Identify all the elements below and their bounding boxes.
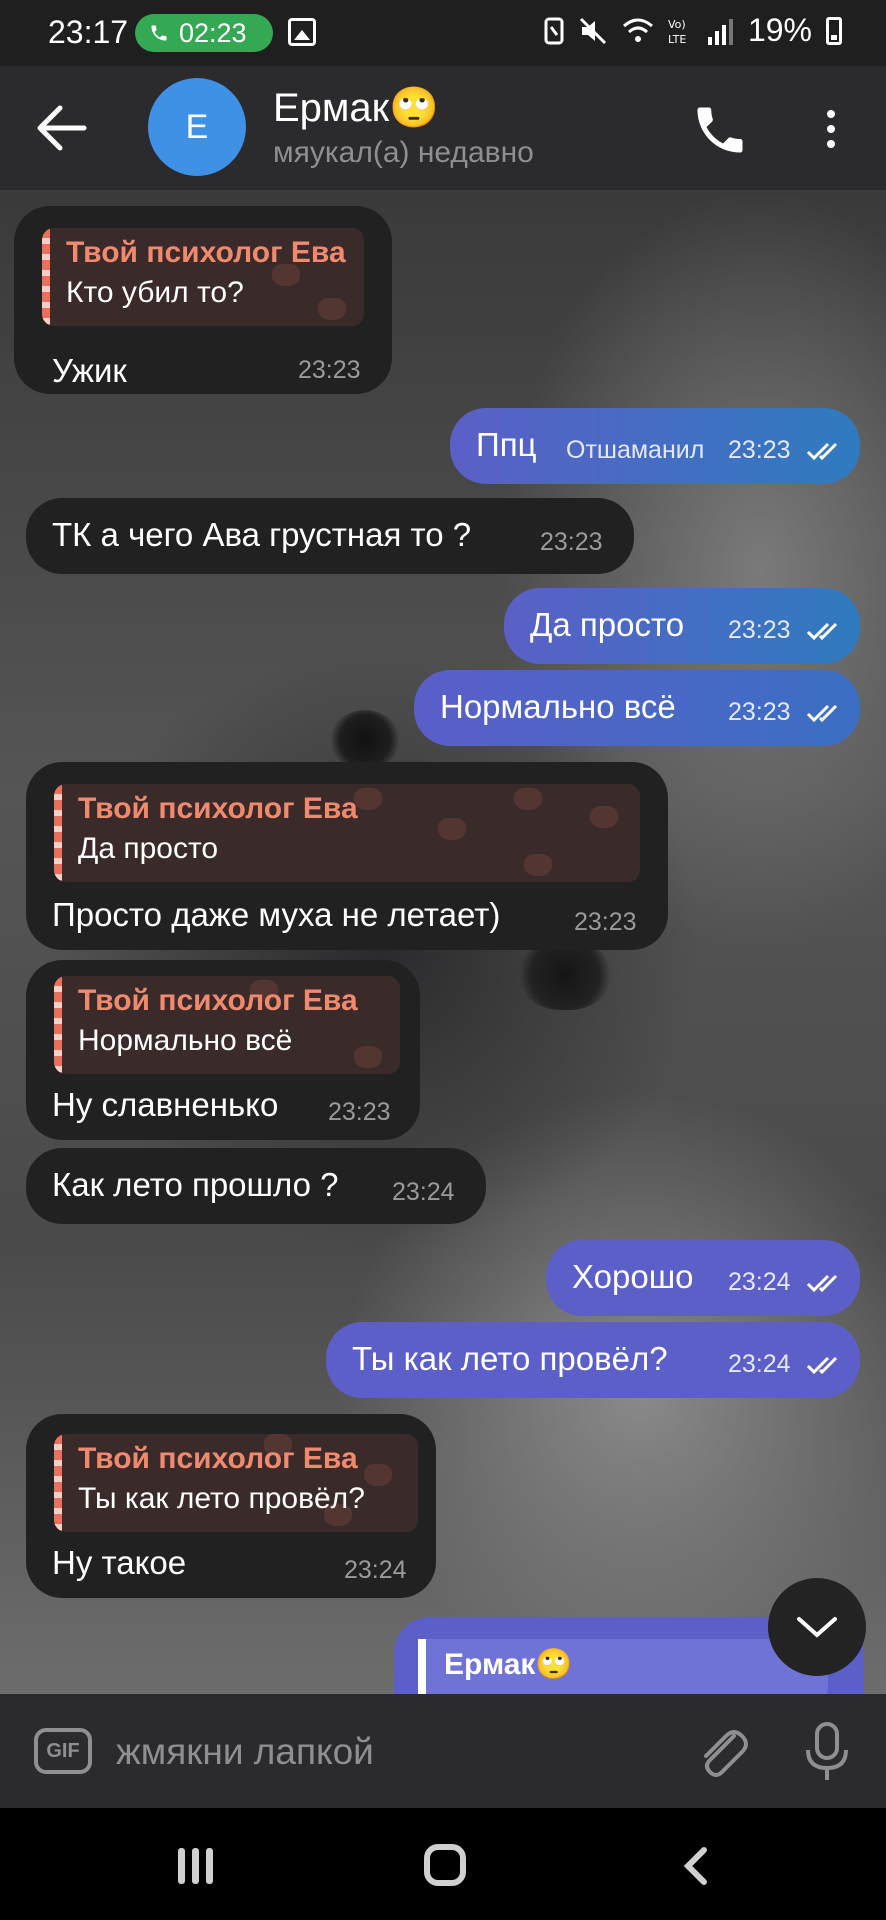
message-incoming[interactable]: Как лето прошло ? 23:24 [26, 1148, 486, 1224]
reply-author: Твой психолог Ева [66, 236, 346, 269]
double-check-icon [806, 622, 838, 641]
double-check-icon [806, 704, 838, 723]
reply-text: Ты как лето провёл? [78, 1482, 365, 1515]
svg-text:Vo): Vo) [668, 18, 686, 31]
reply-preview[interactable]: Твой психолог Ева Да просто [54, 784, 640, 882]
chat-status: мяукал(а) недавно [273, 136, 534, 169]
message-text: Да просто [530, 606, 685, 643]
double-check-icon [806, 1356, 838, 1375]
message-incoming[interactable]: Твой психолог Ева Да просто Просто даже … [26, 762, 668, 950]
battery-percent: 19% [747, 12, 812, 48]
scroll-down-button[interactable] [768, 1578, 866, 1676]
back-arrow-icon[interactable] [36, 102, 92, 154]
message-time: 23:23 [728, 616, 791, 644]
status-icons: Vo) LTE 19% [544, 12, 842, 49]
message-input[interactable] [116, 1724, 656, 1780]
mute-icon [579, 17, 607, 44]
message-outgoing[interactable]: Нормально всё 23:23 [414, 670, 860, 746]
message-outgoing[interactable]: Хорошо 23:24 [546, 1240, 860, 1316]
message-text: Ты как лето провёл? [352, 1340, 668, 1377]
message-time: 23:23 [328, 1098, 391, 1126]
message-incoming[interactable]: Твой психолог Ева Кто убил то? Ужик 23:2… [14, 206, 392, 394]
call-pill-phone-icon [151, 25, 167, 41]
reply-preview[interactable]: Твой психолог Ева Ты как лето провёл? [54, 1434, 418, 1532]
reply-author: Твой психолог Ева [78, 984, 358, 1017]
status-time: 23:17 [48, 14, 129, 50]
signal-icon [707, 18, 733, 45]
reply-text: Нормально всё [78, 1024, 293, 1057]
message-incoming[interactable]: Твой психолог Ева Нормально всё Ну славн… [26, 960, 420, 1140]
wifi-icon [622, 18, 653, 42]
message-edited-label: Отшаманил [566, 436, 705, 464]
message-outgoing[interactable]: Ты как лето провёл? 23:24 [326, 1322, 860, 1398]
phone-icon[interactable] [690, 100, 750, 160]
microphone-icon[interactable] [802, 1720, 852, 1784]
reply-preview[interactable]: Твой психолог Ева Нормально всё [54, 976, 400, 1074]
message-time: 23:24 [392, 1178, 455, 1206]
message-text: Просто даже муха не летает) [52, 896, 501, 933]
chevron-down-icon [797, 1617, 837, 1638]
double-check-icon [806, 1274, 838, 1293]
message-text: Нормально всё [440, 688, 676, 725]
message-text: Ну славненько [52, 1086, 279, 1123]
message-text: Ужик [52, 352, 127, 389]
nav-home-icon[interactable] [424, 1844, 466, 1886]
message-outgoing[interactable]: Да просто 23:23 [504, 588, 860, 664]
message-incoming[interactable]: Твой психолог Ева Ты как лето провёл? Ну… [26, 1414, 436, 1598]
reply-author: Ермак🙄 [444, 1648, 573, 1681]
status-bar: 23:17 02:23 Vo) LTE 19% [0, 0, 886, 66]
message-time: 23:23 [540, 528, 603, 556]
gallery-icon [288, 18, 316, 46]
reply-author: Твой психолог Ева [78, 792, 358, 825]
wallpaper-cat-eye [330, 710, 400, 770]
reply-text: Кто убил то? [66, 276, 244, 309]
message-text: Ну такое [52, 1544, 187, 1581]
nfc-icon [544, 17, 564, 44]
message-time: 23:23 [728, 436, 791, 464]
paperclip-icon[interactable] [694, 1722, 750, 1782]
message-text: Как лето прошло ? [52, 1166, 339, 1203]
reply-author: Твой психолог Ева [78, 1442, 358, 1475]
message-time: 23:24 [344, 1556, 407, 1584]
message-text: Хорошо [572, 1258, 694, 1295]
battery-icon [826, 16, 842, 45]
reply-text: Да просто [78, 832, 219, 865]
nav-recents-icon[interactable] [178, 1848, 218, 1884]
message-text: Ппц [476, 426, 537, 463]
avatar[interactable]: E [148, 78, 246, 176]
wallpaper-cat-nose [520, 940, 610, 1010]
message-time: 23:24 [728, 1268, 791, 1296]
chat-messages[interactable]: Твой психолог Ева Кто убил то? Ужик 23:2… [0, 190, 886, 1694]
svg-text:LTE: LTE [668, 33, 686, 46]
ongoing-call-pill[interactable]: 02:23 [135, 14, 273, 52]
call-timer: 02:23 [179, 17, 247, 48]
chat-header: E Ермак🙄 мяукал(а) недавно [0, 66, 886, 190]
message-composer: GIF [0, 1694, 886, 1808]
system-nav-bar [0, 1808, 886, 1920]
message-text: ТК а чего Ава грустная то ? [52, 516, 472, 553]
message-time: 23:23 [728, 698, 791, 726]
message-time: 23:24 [728, 1350, 791, 1378]
double-check-icon [806, 442, 838, 461]
reply-preview[interactable]: Твой психолог Ева Кто убил то? [42, 228, 364, 326]
message-time: 23:23 [574, 908, 637, 936]
gif-icon[interactable]: GIF [34, 1728, 92, 1774]
message-outgoing[interactable]: Ппц Отшаманил 23:23 [450, 408, 860, 484]
nav-back-icon[interactable] [680, 1846, 710, 1886]
chat-title[interactable]: Ермак🙄 [273, 84, 439, 131]
message-time: 23:23 [298, 356, 361, 384]
volte-icon: Vo) LTE [668, 18, 686, 46]
message-incoming[interactable]: ТК а чего Ава грустная то ? 23:23 [26, 498, 634, 574]
more-vertical-icon[interactable] [812, 102, 850, 156]
